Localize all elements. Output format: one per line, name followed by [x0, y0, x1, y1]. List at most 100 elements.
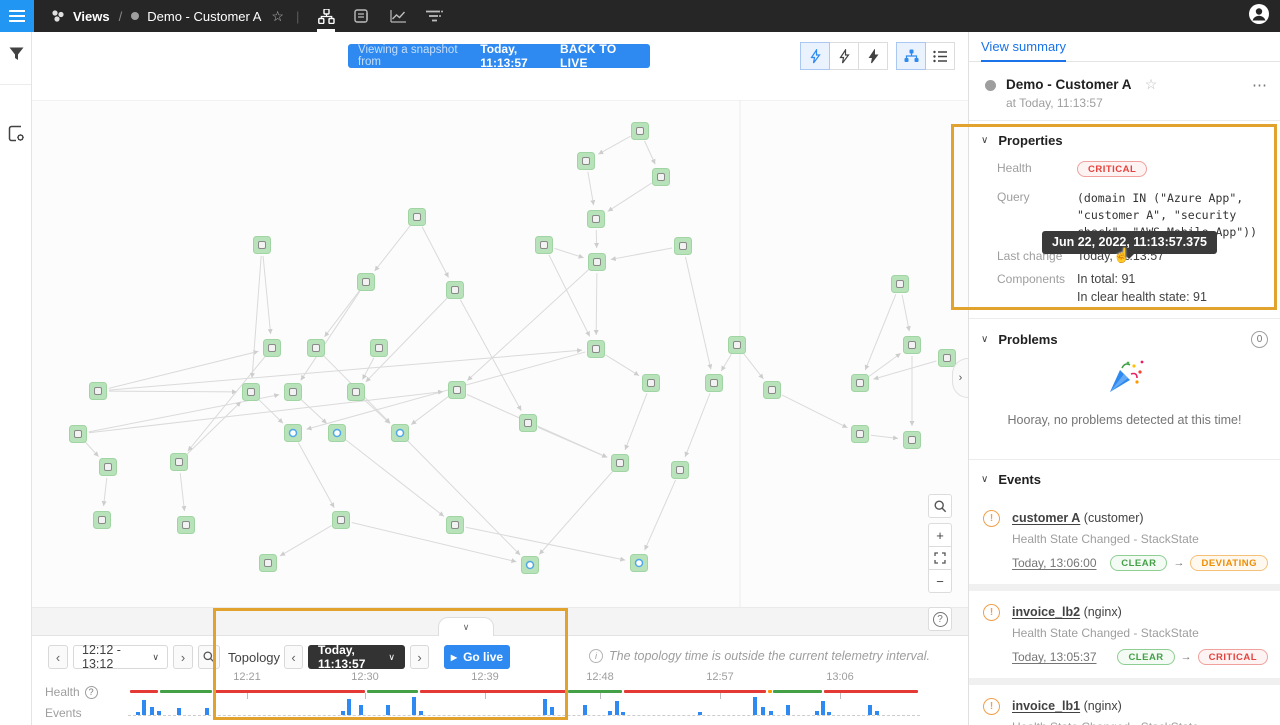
event-bar[interactable] [875, 711, 879, 715]
interval-dropdown[interactable]: 12:12 - 13:12 ∨ [73, 645, 168, 669]
breadcrumb-view-name[interactable]: Demo - Customer A [147, 9, 261, 24]
topology-node[interactable] [764, 382, 781, 399]
health-segment[interactable] [214, 690, 365, 693]
event-bar[interactable] [608, 711, 612, 715]
event-bar[interactable] [786, 705, 790, 715]
star-icon[interactable]: ☆ [1145, 76, 1158, 92]
health-help-icon[interactable]: ? [85, 686, 98, 699]
more-menu-icon[interactable]: ⋯ [1252, 76, 1268, 110]
event-component-link[interactable]: invoice_lb1 [1012, 699, 1080, 713]
topology-map[interactable] [32, 32, 968, 635]
topology-node[interactable] [631, 555, 648, 572]
topology-node[interactable] [852, 426, 869, 443]
topology-node[interactable] [243, 384, 260, 401]
event-bar[interactable] [753, 697, 757, 715]
event-bar[interactable] [583, 705, 587, 715]
event-bar[interactable] [815, 711, 819, 715]
properties-header[interactable]: ∨ Properties [981, 133, 1268, 148]
topology-node[interactable] [706, 375, 723, 392]
topology-node[interactable] [904, 337, 921, 354]
event-bar[interactable] [821, 701, 825, 715]
topology-node[interactable] [285, 384, 302, 401]
topology-node[interactable] [643, 375, 660, 392]
tab-topology[interactable] [311, 0, 341, 32]
graph-view-button[interactable] [896, 42, 926, 70]
bolt-outline-button[interactable] [829, 42, 859, 70]
tab-components[interactable] [347, 0, 377, 32]
topology-time-prev-button[interactable]: ‹ [284, 645, 303, 669]
health-segment[interactable] [420, 690, 566, 693]
topology-node[interactable] [285, 425, 302, 442]
topology-node[interactable] [729, 337, 746, 354]
interval-next-button[interactable]: › [173, 645, 193, 669]
event-bar[interactable] [386, 705, 390, 715]
problems-header[interactable]: ∨ Problems 0 [981, 331, 1268, 348]
event-bar[interactable] [412, 697, 416, 715]
topology-node[interactable] [449, 382, 466, 399]
event-bar[interactable] [359, 705, 363, 715]
zoom-in-button[interactable]: + [928, 523, 952, 547]
zoom-out-button[interactable]: − [928, 569, 952, 593]
topology-node[interactable] [254, 237, 271, 254]
topology-node[interactable] [358, 274, 375, 291]
event-bar[interactable] [543, 699, 547, 715]
event-bar[interactable] [615, 701, 619, 715]
topology-node[interactable] [653, 169, 670, 186]
list-view-button[interactable] [925, 42, 955, 70]
topology-node[interactable] [333, 512, 350, 529]
topology-node[interactable] [409, 209, 426, 226]
event-bar[interactable] [157, 711, 161, 715]
snapshot-time[interactable]: Today, 11:13:57 [480, 42, 560, 70]
topology-time-next-button[interactable]: › [410, 645, 429, 669]
topology-node[interactable] [675, 238, 692, 255]
tab-telemetry[interactable] [383, 0, 413, 32]
health-segment[interactable] [773, 690, 822, 693]
event-bar[interactable] [341, 711, 345, 715]
event-bar[interactable] [136, 712, 140, 715]
bolt-filled-button[interactable] [858, 42, 888, 70]
topology-node[interactable] [632, 123, 649, 140]
event-bar[interactable] [550, 707, 554, 715]
topology-node[interactable] [672, 462, 689, 479]
health-segment[interactable] [568, 690, 622, 693]
topology-node[interactable] [371, 340, 388, 357]
filter-button[interactable] [0, 32, 32, 76]
topology-node[interactable] [94, 512, 111, 529]
event-bar[interactable] [698, 712, 702, 715]
topology-time-dropdown[interactable]: Today, 11:13:57 ∨ [308, 645, 405, 669]
event-bar[interactable] [868, 705, 872, 715]
star-icon[interactable]: ☆ [271, 8, 284, 25]
fit-to-screen-button[interactable] [928, 546, 952, 570]
event-bar[interactable] [142, 700, 146, 715]
event-component-link[interactable]: invoice_lb2 [1012, 605, 1080, 619]
tab-traces[interactable] [419, 0, 449, 32]
event-time-link[interactable]: Today, 13:05:37 [1012, 650, 1097, 664]
topology-node[interactable] [348, 384, 365, 401]
topology-node[interactable] [260, 555, 277, 572]
event-bar[interactable] [769, 711, 773, 715]
map-search-button[interactable] [928, 494, 952, 518]
back-to-live-button[interactable]: BACK TO LIVE [560, 42, 640, 70]
event-bar[interactable] [205, 708, 209, 715]
health-segment[interactable] [624, 690, 766, 693]
event-component-link[interactable]: customer A [1012, 511, 1080, 525]
topology-node[interactable] [100, 459, 117, 476]
bolt-outline-blue-button[interactable] [800, 42, 830, 70]
event-bar[interactable] [419, 711, 423, 715]
event-bar[interactable] [621, 712, 625, 715]
event-bar[interactable] [827, 712, 831, 715]
topology-node[interactable] [904, 432, 921, 449]
topology-node[interactable] [612, 455, 629, 472]
topology-node[interactable] [536, 237, 553, 254]
user-avatar[interactable] [1248, 3, 1270, 30]
health-segment[interactable] [130, 690, 158, 693]
event-bar[interactable] [150, 707, 154, 715]
event-item[interactable]: !invoice_lb2 (nginx)Health State Changed… [969, 591, 1280, 678]
topology-node[interactable] [264, 340, 281, 357]
breadcrumb-views[interactable]: Views [73, 9, 110, 24]
topology-node[interactable] [578, 153, 595, 170]
health-segment[interactable] [160, 690, 212, 693]
timeline-collapse-tab[interactable]: ∨ [438, 617, 494, 636]
event-item[interactable]: !invoice_lb1 (nginx)Health State Changed… [969, 685, 1280, 725]
topology-node[interactable] [939, 350, 956, 367]
